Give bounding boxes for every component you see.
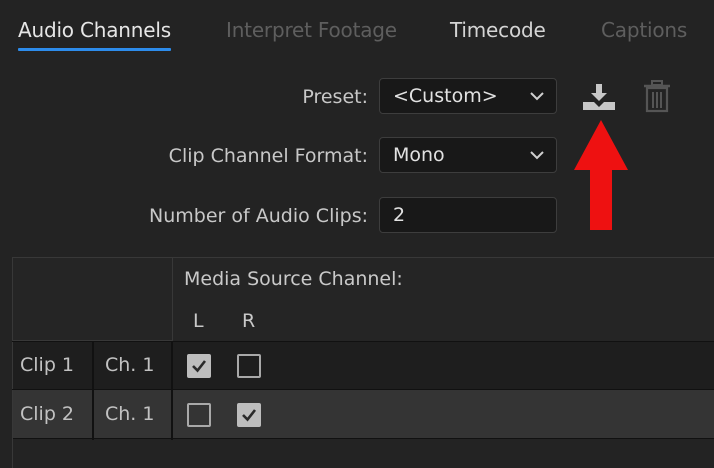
tab-audio-channels[interactable]: Audio Channels (18, 16, 171, 44)
number-of-audio-clips-value: 2 (393, 204, 406, 226)
number-of-audio-clips-input[interactable]: 2 (379, 197, 557, 233)
chevron-down-icon (530, 151, 544, 160)
number-of-audio-clips-label: Number of Audio Clips: (149, 205, 368, 227)
channel-mapping-grid: Media Source Channel: L R Clip 1 Ch. 1 C… (12, 257, 714, 468)
clip1-l-checkbox[interactable] (187, 354, 211, 378)
grid-header: Media Source Channel: L R (173, 257, 714, 341)
tab-interpret-footage[interactable]: Interpret Footage (226, 16, 397, 44)
clip-channel-format-value: Mono (393, 144, 445, 166)
channel-cell: Ch. 1 (94, 342, 173, 390)
grid-corner-cell (12, 257, 173, 341)
channel-name: Ch. 1 (105, 354, 155, 376)
clip-channel-format-label: Clip Channel Format: (168, 145, 368, 167)
table-row: Clip 1 Ch. 1 (12, 341, 714, 390)
tab-bar: Audio Channels Interpret Footage Timecod… (0, 0, 714, 60)
checkmark-icon (242, 409, 257, 422)
table-row: Clip 2 Ch. 1 (12, 389, 714, 440)
clip2-r-checkbox[interactable] (237, 403, 261, 427)
channel-r-label: R (242, 310, 256, 332)
channel-l-label: L (193, 310, 204, 332)
preset-label: Preset: (302, 86, 368, 108)
clip1-r-checkbox[interactable] (237, 354, 261, 378)
chevron-down-icon (530, 92, 544, 101)
clip-cell: Clip 1 (12, 342, 94, 390)
channel-cell: Ch. 1 (94, 390, 173, 440)
trash-icon[interactable] (643, 80, 671, 113)
clip2-l-checkbox[interactable] (187, 403, 211, 427)
checkmark-icon (192, 360, 207, 373)
tab-captions[interactable]: Captions (601, 16, 687, 44)
preset-value: <Custom> (393, 85, 498, 107)
red-arrow-up-icon (574, 120, 628, 230)
channel-name: Ch. 1 (105, 403, 155, 425)
tab-timecode[interactable]: Timecode (450, 16, 546, 44)
clip-name: Clip 2 (20, 403, 75, 425)
clip-name: Clip 1 (20, 354, 75, 376)
media-source-channel-label: Media Source Channel: (184, 268, 403, 290)
clip-channel-format-dropdown[interactable]: Mono (379, 137, 557, 173)
download-icon[interactable] (582, 82, 616, 112)
clip-cell: Clip 2 (12, 390, 94, 440)
grid-empty-area (12, 440, 714, 468)
active-tab-indicator (18, 48, 171, 51)
preset-dropdown[interactable]: <Custom> (379, 78, 557, 114)
